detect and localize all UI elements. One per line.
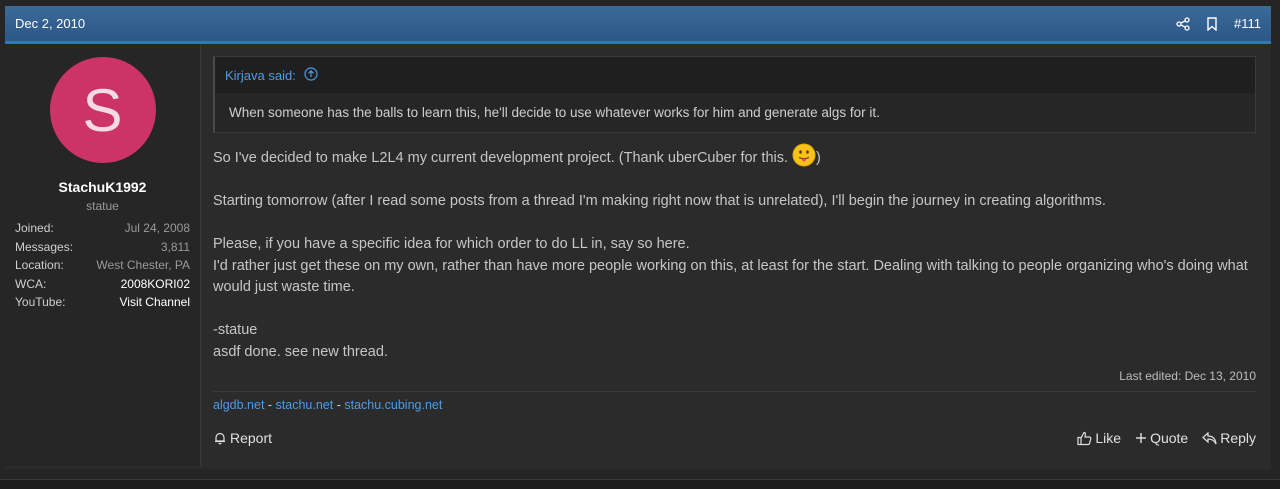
- user-info-panel: S StachuK1992 statue Joined: Jul 24, 200…: [5, 44, 201, 466]
- message-line: Starting tomorrow (after I read some pos…: [213, 193, 1106, 209]
- stat-row-joined: Joined: Jul 24, 2008: [15, 219, 190, 238]
- quote-block: Kirjava said: When someone has the balls…: [213, 56, 1256, 133]
- message-body: So I've decided to make L2L4 my current …: [213, 143, 1256, 363]
- plus-icon: [1135, 432, 1147, 444]
- bookmark-icon[interactable]: [1206, 16, 1218, 31]
- message-text: So I've decided to make L2L4 my current …: [213, 150, 789, 166]
- signature-link-cubing[interactable]: stachu.cubing.net: [344, 398, 442, 412]
- message-text: ): [816, 150, 821, 166]
- share-icon[interactable]: [1176, 16, 1190, 31]
- page-bottom-border: [0, 479, 1280, 489]
- like-label: Like: [1095, 430, 1122, 446]
- signature-separator: -: [264, 398, 276, 412]
- message-line: So I've decided to make L2L4 my current …: [213, 143, 1256, 170]
- last-edited: Last edited: Dec 13, 2010: [1119, 369, 1256, 383]
- message-line: asdf done. see new thread.: [213, 343, 388, 360]
- stat-row-youtube: YouTube: Visit Channel: [15, 293, 190, 312]
- avatar-letter: S: [82, 76, 123, 144]
- stat-row-location: Location: West Chester, PA: [15, 256, 190, 275]
- post-header: Dec 2, 2010 #111: [5, 6, 1271, 44]
- post-header-actions: #111: [1176, 16, 1261, 31]
- quote-button[interactable]: Quote: [1135, 430, 1188, 446]
- signature-divider: [213, 391, 1256, 392]
- stat-label: Joined:: [15, 221, 54, 235]
- signature: algdb.net - stachu.net - stachu.cubing.n…: [213, 398, 1256, 412]
- stat-label: Location:: [15, 258, 64, 272]
- reply-arrow-icon: [1202, 431, 1217, 445]
- youtube-channel-link[interactable]: Visit Channel: [120, 293, 191, 312]
- stat-value: 3,811: [160, 239, 190, 254]
- like-button[interactable]: Like: [1077, 430, 1121, 446]
- forum-post: Dec 2, 2010 #111 S StachuK1992 statue Jo…: [5, 6, 1271, 469]
- quote-text: When someone has the balls to learn this…: [215, 93, 1255, 132]
- signature-separator: -: [333, 398, 345, 412]
- quote-author[interactable]: Kirjava said:: [225, 68, 296, 83]
- user-stats: Joined: Jul 24, 2008 Messages: 3,811 Loc…: [15, 219, 190, 312]
- reply-button[interactable]: Reply: [1202, 430, 1256, 446]
- thumbs-up-icon: [1077, 431, 1092, 446]
- post-content: Kirjava said: When someone has the balls…: [201, 44, 1271, 466]
- signature-link-algdb[interactable]: algdb.net: [213, 398, 264, 412]
- post-actions: Like Quote Reply: [1077, 430, 1256, 446]
- stat-value-wca[interactable]: 2008KORI02: [121, 275, 190, 294]
- stat-value: Jul 24, 2008: [124, 221, 190, 235]
- signature-link-stachu[interactable]: stachu.net: [276, 398, 334, 412]
- tongue-emoji-icon: [792, 143, 816, 167]
- stat-label: WCA:: [15, 276, 47, 291]
- post-body: S StachuK1992 statue Joined: Jul 24, 200…: [5, 44, 1271, 466]
- bell-icon: [213, 431, 227, 445]
- post-date[interactable]: Dec 2, 2010: [15, 16, 85, 31]
- stat-row-wca: WCA: 2008KORI02: [15, 275, 190, 294]
- post-number[interactable]: #111: [1234, 16, 1261, 31]
- stat-label: YouTube:: [15, 295, 66, 309]
- username[interactable]: StachuK1992: [5, 179, 200, 195]
- stat-row-messages: Messages: 3,811: [15, 238, 190, 257]
- arrow-up-circle-icon[interactable]: [304, 66, 318, 84]
- post-footer: Report Like Quote Reply: [213, 430, 1256, 446]
- report-label: Report: [230, 430, 273, 446]
- avatar[interactable]: S: [49, 57, 156, 163]
- message-line: -statue: [213, 322, 258, 338]
- reply-label: Reply: [1220, 430, 1256, 446]
- report-button[interactable]: Report: [213, 430, 272, 446]
- message-line: I'd rather just get these on my own, rat…: [213, 257, 1248, 296]
- stat-label: Messages:: [15, 239, 74, 254]
- message-line: Please, if you have a specific idea for …: [213, 236, 690, 252]
- quote-label: Quote: [1150, 430, 1189, 446]
- quote-header: Kirjava said:: [215, 57, 1255, 93]
- user-title: statue: [86, 199, 119, 213]
- stat-value: West Chester, PA: [96, 258, 190, 272]
